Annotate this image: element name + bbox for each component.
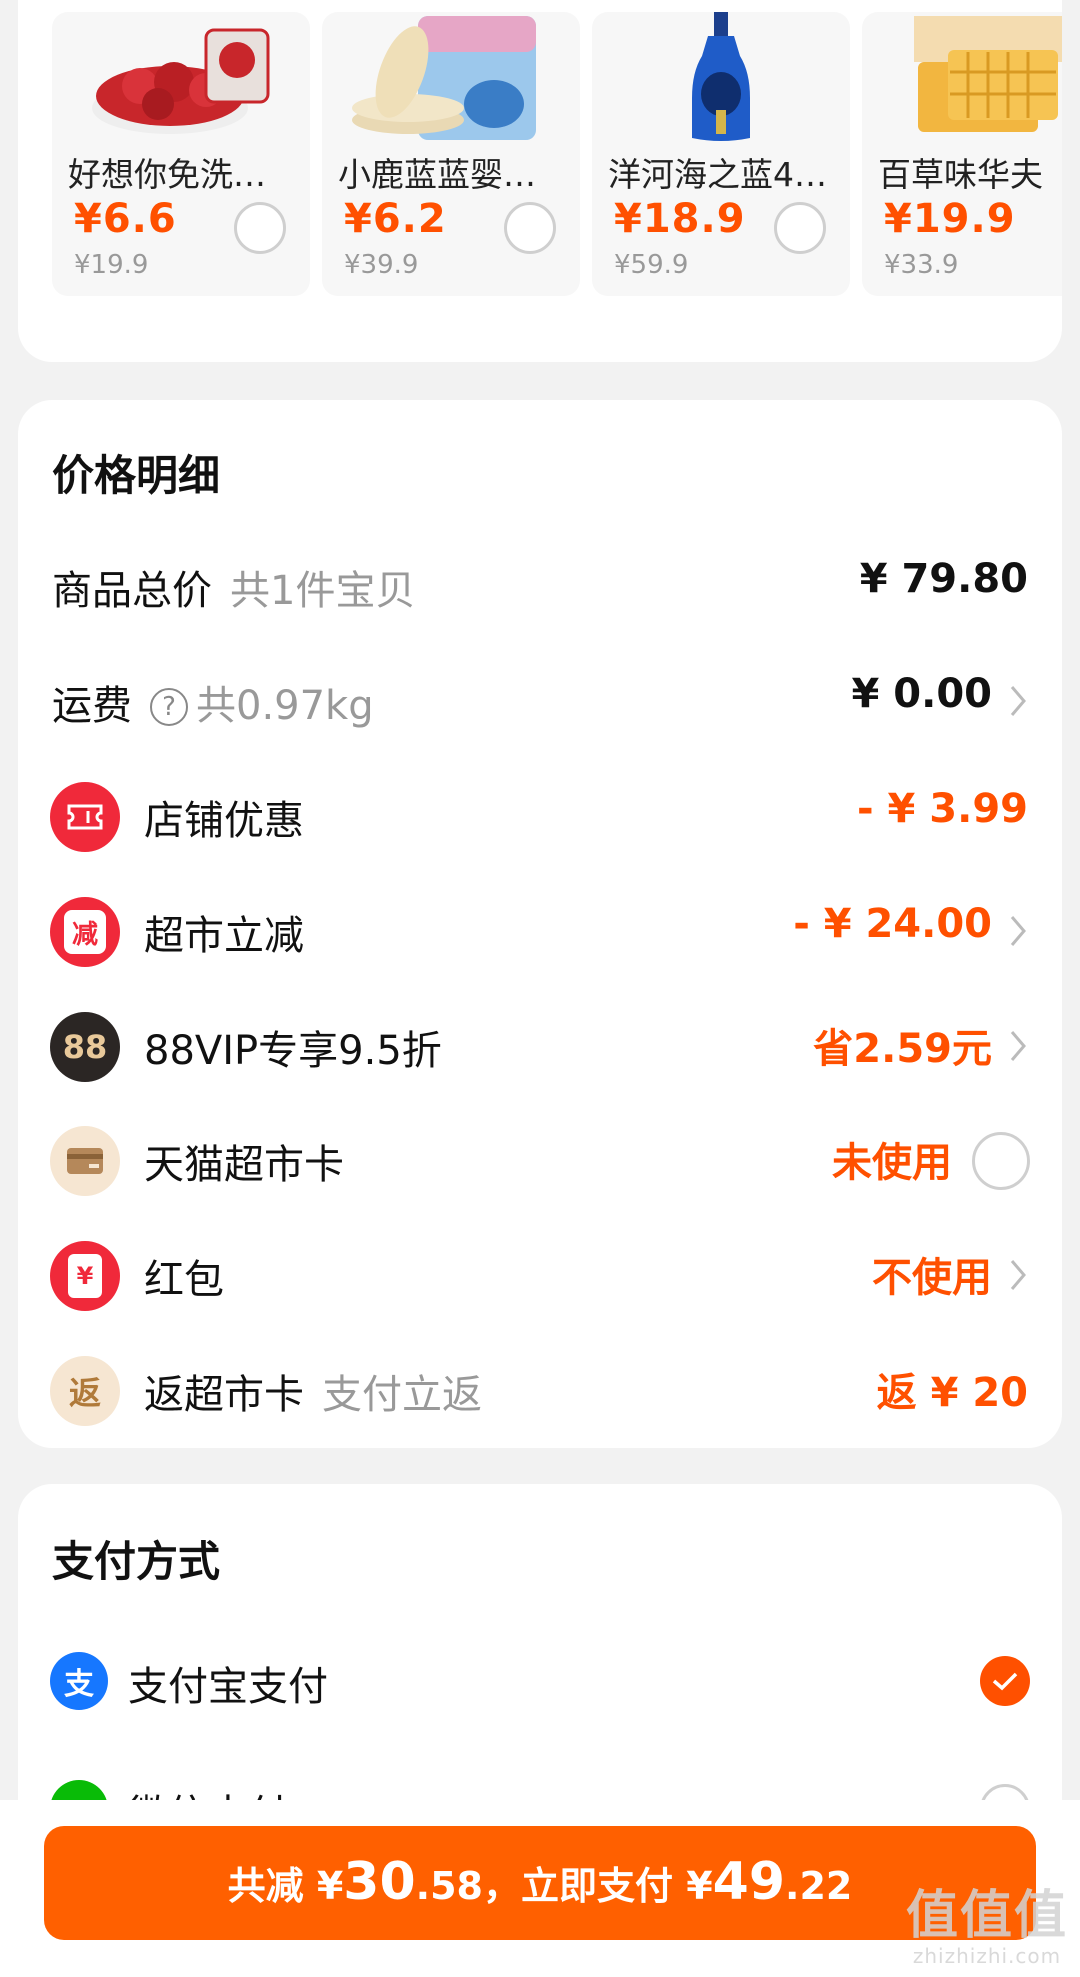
market-card-value: 未使用 [832, 1140, 952, 1186]
vip-discount-label: 88VIP专享9.5折 [144, 1028, 442, 1074]
recommend-name: 百草味华夫 [878, 155, 1043, 194]
market-card-radio[interactable] [972, 1132, 1030, 1190]
market-card-label: 天猫超市卡 [144, 1142, 344, 1188]
recommend-name: 洋河海之蓝4… [608, 155, 827, 194]
recommend-price: ¥18.9 [614, 196, 746, 242]
rebate-icon: 返 [50, 1356, 120, 1426]
chevron-right-icon [1010, 686, 1026, 716]
rebate-value: 返 ¥ 20 [876, 1370, 1028, 1416]
market-discount-label: 超市立减 [144, 913, 304, 959]
price-detail-title: 价格明细 [52, 451, 221, 500]
recommend-card: 好想你免洗… ¥6.6 ¥19.9 小鹿蓝蓝婴… ¥6.2 ¥39.9 洋河海之… [18, 0, 1062, 362]
red-packet-icon: ¥ [50, 1241, 120, 1311]
recommend-original-price: ¥39.9 [344, 250, 419, 280]
recommend-price: ¥6.6 [74, 196, 177, 242]
recommend-item[interactable]: 洋河海之蓝4… ¥18.9 ¥59.9 [592, 12, 850, 296]
shop-discount-label: 店铺优惠 [144, 798, 304, 844]
recommend-name: 小鹿蓝蓝婴… [338, 155, 536, 194]
help-icon[interactable]: ? [150, 688, 188, 726]
vip-discount-value: 省2.59元 [813, 1026, 992, 1072]
vip-discount-row[interactable]: 88 88VIP专享9.5折 省2.59元 [18, 1006, 1062, 1086]
chevron-right-icon [1010, 1260, 1026, 1290]
recommend-item[interactable]: 好想你免洗… ¥6.6 ¥19.9 [52, 12, 310, 296]
market-discount-row[interactable]: 减 超市立减 - ¥ 24.00 [18, 891, 1062, 971]
recommend-item[interactable]: 百草味华夫 ¥19.9 ¥33.9 [862, 12, 1062, 296]
goods-total-value: ¥ 79.80 [859, 556, 1028, 602]
shipping-value: ¥ 0.00 [851, 671, 992, 717]
market-discount-value: - ¥ 24.00 [793, 901, 992, 947]
recommend-original-price: ¥19.9 [74, 250, 149, 280]
recommend-name: 好想你免洗… [68, 155, 266, 194]
card-icon [50, 1126, 120, 1196]
recommend-select-radio[interactable] [234, 202, 286, 254]
shipping-row[interactable]: 运费? 共0.97kg ¥ 0.00 [18, 661, 1062, 741]
shop-discount-value: - ¥ 3.99 [857, 786, 1028, 832]
goods-total-label: 商品总价 [52, 568, 212, 614]
pay-now-button[interactable]: 共减 ¥30.58 ，立即支付 ¥49.22 [44, 1826, 1036, 1940]
alipay-label: 支付宝支付 [128, 1664, 328, 1710]
rice-cracker-product-image [352, 16, 536, 140]
shipping-weight: 共0.97kg [196, 683, 374, 729]
goods-total-row: 商品总价 共1件宝贝 ¥ 79.80 [18, 546, 1062, 626]
rebate-sub: 支付立返 [322, 1372, 482, 1418]
liquor-bottle-product-image [692, 12, 750, 141]
saved-amount: 30 [343, 1852, 416, 1912]
discount-icon: 减 [50, 897, 120, 967]
checkmark-icon[interactable] [980, 1656, 1030, 1706]
coupon-icon [50, 782, 120, 852]
alipay-icon: 支 [50, 1652, 108, 1710]
waffle-product-image [914, 16, 1062, 132]
vip-88-icon: 88 [50, 1012, 120, 1082]
pay-amount: 49 [712, 1852, 786, 1912]
recommend-item[interactable]: 小鹿蓝蓝婴… ¥6.2 ¥39.9 [322, 12, 580, 296]
payment-title: 支付方式 [52, 1537, 221, 1586]
recommend-select-radio[interactable] [774, 202, 826, 254]
red-packet-value: 不使用 [872, 1255, 992, 1301]
goods-total-count: 共1件宝贝 [230, 568, 416, 614]
rebate-label: 返超市卡 [144, 1372, 304, 1418]
price-detail-card: 价格明细 商品总价 共1件宝贝 ¥ 79.80 运费? 共0.97kg ¥ 0.00… [18, 400, 1062, 1448]
shipping-label: 运费 [52, 683, 132, 729]
shop-discount-row: 店铺优惠 - ¥ 3.99 [18, 776, 1062, 856]
chevron-right-icon [1010, 916, 1026, 946]
recommend-original-price: ¥33.9 [884, 250, 959, 280]
red-packet-row[interactable]: ¥ 红包 不使用 [18, 1235, 1062, 1315]
recommend-list[interactable]: 好想你免洗… ¥6.6 ¥19.9 小鹿蓝蓝婴… ¥6.2 ¥39.9 洋河海之… [52, 12, 1062, 296]
recommend-price: ¥6.2 [344, 196, 447, 242]
payment-option-alipay[interactable]: 支 支付宝支付 [18, 1642, 1062, 1722]
chevron-right-icon [1010, 1031, 1026, 1061]
red-packet-label: 红包 [144, 1257, 224, 1303]
recommend-original-price: ¥59.9 [614, 250, 689, 280]
jujube-product-image [92, 28, 270, 134]
watermark: 值值值 zhizhizhi.com [905, 1886, 1068, 1968]
market-card-row[interactable]: 天猫超市卡 未使用 [18, 1120, 1062, 1200]
recommend-select-radio[interactable] [504, 202, 556, 254]
rebate-row: 返 返超市卡 支付立返 返 ¥ 20 [18, 1350, 1062, 1430]
recommend-price: ¥19.9 [884, 196, 1016, 242]
